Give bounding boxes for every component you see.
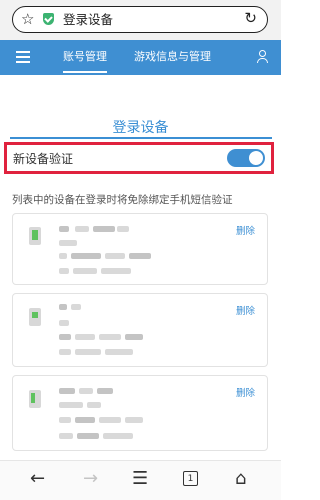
delete-device-button[interactable]: 删除 [236,303,255,317]
device-card: 删除 [12,375,268,451]
new-device-verify-toggle[interactable] [227,149,265,167]
new-device-verify-row: 新设备验证 [4,142,274,174]
url-title[interactable]: 登录设备 [63,11,113,28]
device-list-description: 列表中的设备在登录时将免除绑定手机短信验证 [12,194,233,206]
security-shield-icon [43,13,54,25]
tab-account-management[interactable]: 账号管理 [63,49,107,73]
page-title: 登录设备 [112,120,169,136]
forward-arrow-icon[interactable]: → [83,469,98,489]
new-device-verify-label: 新设备验证 [13,152,74,166]
delete-device-button[interactable]: 删除 [236,385,255,399]
reload-icon[interactable]: ↻ [244,9,257,28]
phone-icon [29,390,41,408]
phone-icon [29,227,41,245]
phone-icon [29,308,41,326]
top-nav: 账号管理 游戏信息与管理 [0,40,281,75]
user-icon[interactable] [257,50,268,63]
delete-device-button[interactable]: 删除 [236,223,255,237]
menu-icon[interactable]: ☰ [132,469,148,489]
bookmark-star-icon[interactable]: ☆ [21,10,34,29]
device-card: 删除 [12,213,268,285]
device-card: 删除 [12,293,268,367]
home-icon[interactable]: ⌂ [235,469,246,489]
title-divider [10,137,272,139]
browser-bottom-toolbar: ← → ☰ 1 ⌂ [0,460,281,500]
tab-game-info[interactable]: 游戏信息与管理 [134,49,211,64]
menu-icon[interactable] [16,51,30,63]
browser-address-bar: ☆ 登录设备 ↻ [0,0,281,40]
tabs-count-icon[interactable]: 1 [183,471,198,486]
toggle-knob [249,151,263,165]
url-box[interactable]: ☆ 登录设备 ↻ [12,6,268,33]
back-arrow-icon[interactable]: ← [30,469,45,489]
